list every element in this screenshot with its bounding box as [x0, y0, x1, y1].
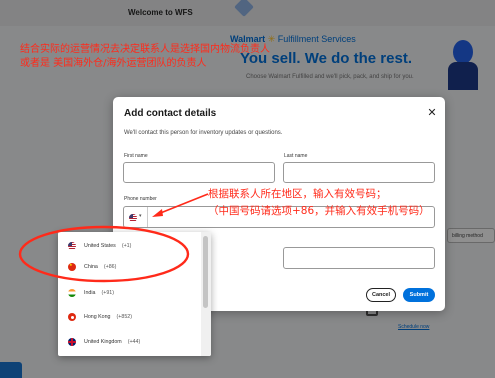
annotation-arrow-icon [152, 193, 209, 217]
modal-title: Add contact details [124, 108, 217, 119]
annotation-phone-instructions: 根据联系人所在地区，输入有效号码； （中国号码请选项+86，并输入有效手机号码） [208, 188, 430, 217]
first-name-field[interactable] [123, 162, 275, 183]
modal-subtitle: We'll contact this person for inventory … [124, 130, 283, 136]
country-option-uk[interactable]: United Kingdom (+44) [58, 333, 202, 353]
chevron-down-icon: ▾ [139, 213, 142, 219]
cancel-button[interactable]: Cancel [366, 288, 396, 302]
country-option-hong-kong[interactable]: Hong Kong (+852) [58, 308, 202, 328]
extra-field[interactable] [283, 247, 435, 269]
country-option-india[interactable]: India (+91) [58, 284, 202, 304]
last-name-field[interactable] [283, 162, 435, 183]
first-name-label: First name [124, 153, 148, 159]
submit-button[interactable]: Submit [403, 288, 435, 302]
uk-flag-icon [68, 338, 76, 346]
annotation-circle-icon [18, 225, 190, 283]
dropdown-scrollbar[interactable] [203, 236, 208, 308]
hong-kong-flag-icon [68, 313, 76, 321]
india-flag-icon [68, 289, 76, 297]
us-flag-icon [129, 214, 137, 222]
annotation-contact-choice: 结合实际的运营情况去决定联系人是选择国内物流负责人 或者是 美国海外仓/海外运营… [20, 44, 270, 69]
last-name-label: Last name [284, 153, 308, 159]
close-icon[interactable]: ✕ [426, 107, 438, 119]
